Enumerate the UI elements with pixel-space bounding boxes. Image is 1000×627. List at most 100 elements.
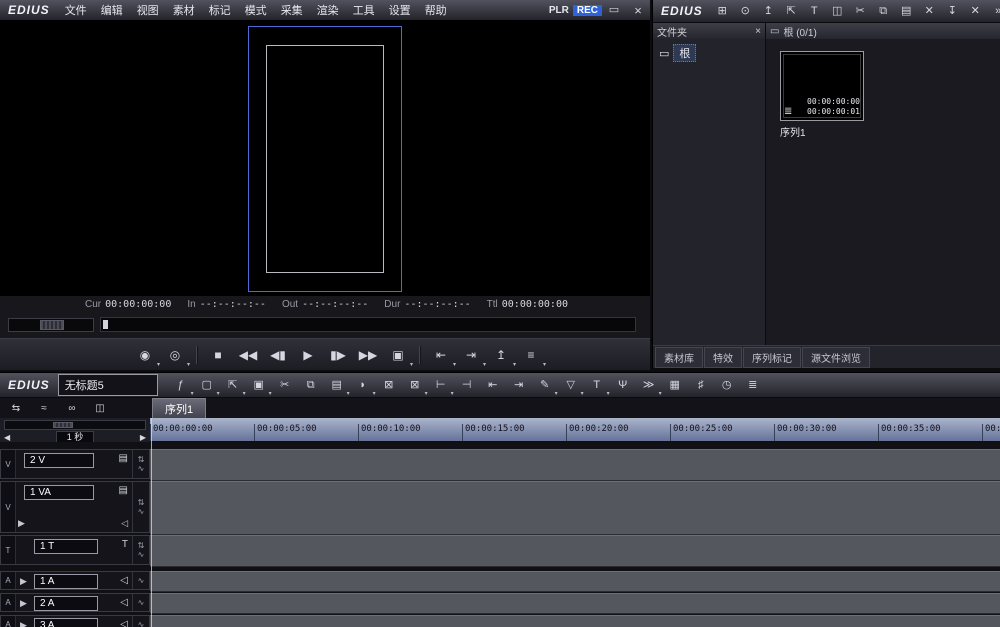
speaker-icon[interactable]: ◁	[120, 576, 128, 586]
track-patch-2a[interactable]: A	[1, 594, 16, 611]
track-patch-1a[interactable]: A	[1, 572, 16, 589]
track-patch-1va[interactable]: V	[1, 482, 16, 532]
menu-item[interactable]: 文件	[58, 1, 94, 19]
window-layout-button[interactable]: ▭	[603, 2, 625, 19]
copy-icon[interactable]: ⧉	[873, 3, 894, 20]
track-lane-2v[interactable]	[150, 449, 1000, 481]
sequence-tab[interactable]: 序列1	[152, 398, 206, 418]
mixer-button[interactable]: ♯	[689, 376, 713, 395]
track-mixer-2v[interactable]: ⇅∿	[132, 450, 149, 478]
paste-icon[interactable]: ▤	[896, 3, 917, 20]
shuttle-slider[interactable]	[8, 318, 94, 332]
player-close-button[interactable]: ×	[627, 2, 649, 19]
goto-in-button[interactable]: ⇤▾	[427, 344, 455, 366]
shuttle-slider-grip[interactable]	[40, 320, 64, 330]
edit-monitor-icon[interactable]: ◫	[827, 3, 848, 20]
remove-cut-point-button[interactable]: ⊣	[455, 376, 479, 395]
menu-item[interactable]: 视图	[130, 1, 166, 19]
menu-item[interactable]: 帮助	[418, 1, 454, 19]
track-label-2a[interactable]: 2 A	[34, 596, 98, 611]
open-button[interactable]: ⇱▾	[221, 376, 245, 395]
clip-thumbnail[interactable]: ≣ 00:00:00:00 00:00:00:01	[780, 51, 864, 121]
voiceover-button[interactable]: Ψ	[611, 376, 635, 395]
track-label-1a[interactable]: 1 A	[34, 574, 98, 589]
menu-item[interactable]: 采集	[274, 1, 310, 19]
clock-button[interactable]: ◷	[715, 376, 739, 395]
title-track-icon[interactable]: T	[122, 540, 128, 550]
display-mode-button[interactable]: ▣▾	[384, 344, 412, 366]
project-title-field[interactable]: 无标题5	[58, 374, 158, 396]
next-frame-button[interactable]: ▮▶	[324, 344, 352, 366]
menu-item[interactable]: 模式	[238, 1, 274, 19]
zoom-slider[interactable]	[4, 420, 146, 430]
track-header-2v[interactable]: V 2 V ▤ ⇅∿	[0, 449, 150, 479]
track-mixer-3a[interactable]: ∿	[132, 616, 149, 627]
track-header-2a[interactable]: A ▶ 2 A ◁ ∿	[0, 593, 150, 612]
insert-overwrite-mode-button[interactable]: ⇆	[5, 401, 27, 417]
zoom-in-arrow-icon[interactable]: ▶	[140, 433, 146, 442]
ripple-delete-button[interactable]: ⊠	[377, 376, 401, 395]
track-mixer-1a[interactable]: ∿	[132, 572, 149, 589]
delete-icon[interactable]: ✕	[919, 3, 940, 20]
menu-item[interactable]: 渲染	[310, 1, 346, 19]
video-thumbnail-icon[interactable]: ▤	[119, 454, 128, 464]
pen-tool-button[interactable]: ✎▾	[533, 376, 557, 395]
fast-forward-button[interactable]: ▶▶	[354, 344, 382, 366]
add-cut-point-button[interactable]: ⊢▾	[429, 376, 453, 395]
settings-button[interactable]: ≣	[741, 376, 765, 395]
export-icon[interactable]: ⇱	[781, 3, 802, 20]
tab-sequence-marker[interactable]: 序列标记	[743, 347, 801, 368]
track-label-1va[interactable]: 1 VA	[24, 485, 94, 500]
delete-options-button[interactable]: ⊠▾	[403, 376, 427, 395]
menu-item[interactable]: 素材	[166, 1, 202, 19]
save-button[interactable]: ▣▾	[247, 376, 271, 395]
patch-button[interactable]: ◫	[89, 401, 111, 417]
track-lane-3a[interactable]	[150, 615, 1000, 627]
new-folder-icon[interactable]: ⊞	[712, 3, 733, 20]
add-title-icon[interactable]: T	[804, 3, 825, 20]
track-mixer-2a[interactable]: ∿	[132, 594, 149, 611]
previous-frame-button[interactable]: ◀▮	[264, 344, 292, 366]
title-tool-button[interactable]: T▾	[585, 376, 609, 395]
cut-button[interactable]: ✂	[273, 376, 297, 395]
track-patch-1t[interactable]: T	[1, 536, 16, 564]
track-header-3a[interactable]: A ▶ 3 A ◁ ∿	[0, 615, 150, 627]
speaker-icon[interactable]: ◁	[121, 518, 128, 529]
tab-source-browser[interactable]: 源文件浏览	[802, 347, 870, 368]
track-mixer-1t[interactable]: ⇅∿	[132, 536, 149, 564]
rec-indicator[interactable]: REC	[573, 5, 602, 16]
folders-close-icon[interactable]: ×	[755, 26, 761, 37]
cut-icon[interactable]: ✂	[850, 3, 871, 20]
zoom-slider-grip[interactable]	[53, 422, 73, 428]
speaker-icon[interactable]: ◁	[120, 598, 128, 608]
tab-bin[interactable]: 素材库	[655, 347, 703, 368]
bin-close-icon[interactable]: ✕	[965, 3, 986, 20]
search-icon[interactable]: ⊙	[735, 3, 756, 20]
timeline-playhead[interactable]	[151, 418, 152, 627]
menu-item[interactable]: 编辑	[94, 1, 130, 19]
track-patch-2v[interactable]: V	[1, 450, 16, 478]
play-button[interactable]: ▶	[294, 344, 322, 366]
stop-button[interactable]: ■	[204, 344, 232, 366]
seek-position-marker[interactable]	[103, 320, 108, 329]
timeline-lanes[interactable]	[150, 442, 1000, 627]
track-label-1t[interactable]: 1 T	[34, 539, 98, 554]
expand-track-icon[interactable]: ▶	[20, 621, 27, 627]
multicam-button[interactable]: ▦	[663, 376, 687, 395]
effects-button[interactable]: ƒ▾	[169, 376, 193, 395]
track-header-1va[interactable]: V 1 VA ▤ ▶ ◁ ⇅∿	[0, 481, 150, 533]
track-mixer-1va[interactable]: ⇅∿	[132, 482, 149, 532]
jog-control-button[interactable]: ◉▾	[131, 344, 159, 366]
expand-track-icon[interactable]: ▶	[20, 599, 27, 608]
tab-effects[interactable]: 特效	[704, 347, 742, 368]
menu-item[interactable]: 标记	[202, 1, 238, 19]
track-header-1t[interactable]: T 1 T T ⇅∿	[0, 535, 150, 565]
sync-button[interactable]: ≫▾	[637, 376, 661, 395]
track-lane-1va[interactable]	[150, 481, 1000, 535]
track-header-1a[interactable]: A ▶ 1 A ◁ ∿	[0, 571, 150, 590]
transport-more-button[interactable]: ≡▾	[517, 344, 545, 366]
copy-button[interactable]: ⧉	[299, 376, 323, 395]
seek-bar[interactable]	[100, 317, 636, 332]
plr-indicator[interactable]: PLR	[545, 5, 573, 16]
rewind-button[interactable]: ◀◀	[234, 344, 262, 366]
